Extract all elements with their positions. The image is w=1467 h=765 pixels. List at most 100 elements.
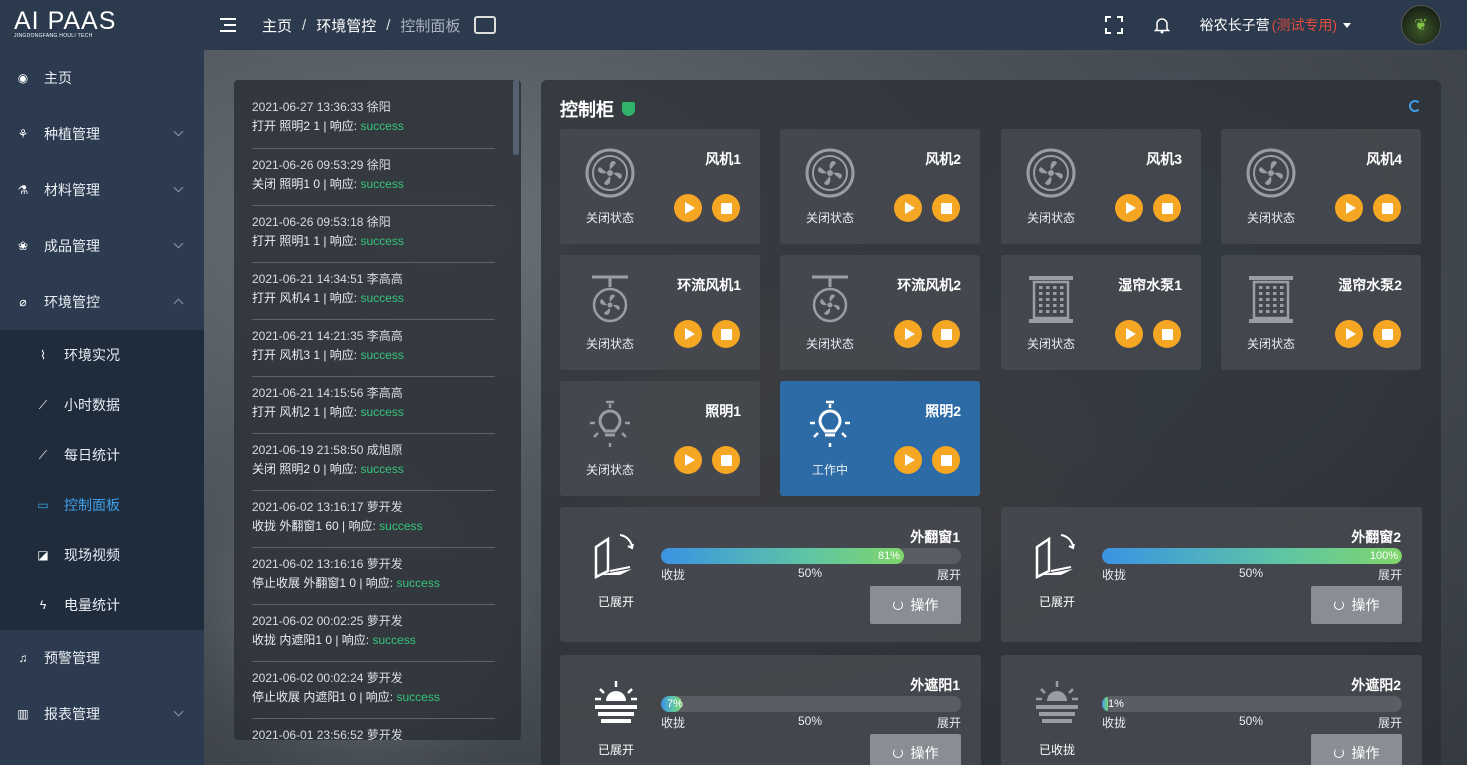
start-button[interactable] — [1335, 194, 1363, 222]
refresh-icon[interactable] — [1409, 100, 1421, 112]
stop-button[interactable] — [1153, 320, 1181, 348]
stop-button[interactable] — [1373, 320, 1401, 348]
log-time: 2021-06-02 00:02:25 萝开发 — [252, 614, 403, 628]
stop-icon — [1381, 202, 1393, 214]
breadcrumb-home[interactable]: 主页 — [262, 15, 292, 36]
stop-button[interactable] — [1153, 194, 1181, 222]
actuator-name: 外遮阳1 — [910, 677, 960, 693]
stop-button[interactable] — [932, 446, 960, 474]
sidebar-subitem-video[interactable]: ◪ 现场视频 — [0, 530, 204, 580]
log-time: 2021-06-19 21:58:50 成旭原 — [252, 443, 403, 457]
actuator-name: 外遮阳2 — [1351, 677, 1401, 693]
stop-button[interactable] — [932, 320, 960, 348]
stop-button[interactable] — [712, 446, 740, 474]
start-button[interactable] — [674, 194, 702, 222]
progress-label: 81% — [877, 550, 900, 562]
start-button[interactable] — [894, 320, 922, 348]
chevron-down-icon — [173, 238, 184, 249]
scale-max: 展开 — [936, 716, 961, 730]
panel-toggle-icon[interactable] — [474, 16, 497, 34]
start-button[interactable] — [894, 446, 922, 474]
sidebar-item-materials[interactable]: ⚗ 材料管理 — [0, 162, 204, 218]
breadcrumb-section[interactable]: 环境管控 — [316, 15, 376, 36]
sidebar-item-label: 电量统计 — [64, 597, 120, 613]
actuator-card: 外遮阳2 已收拢 1% 收拢 50% 展开 操作 — [1001, 655, 1422, 765]
log-action: 收拢 内遮阳1 0 | 响应: — [252, 633, 373, 647]
stop-button[interactable] — [712, 320, 740, 348]
device-card: 湿帘水泵2 关闭状态 — [1221, 255, 1421, 370]
log-action: 收拢 外翻窗1 60 | 响应: — [252, 519, 380, 533]
device-name: 湿帘水泵1 — [1118, 277, 1182, 293]
chevron-down-icon — [173, 706, 184, 717]
sidebar-item-label: 种植管理 — [44, 126, 100, 142]
actuator-card: 外翻窗1 已展开 81% 收拢 50% 展开 操作 — [560, 507, 981, 642]
progress-label: 100% — [1369, 550, 1398, 562]
log-message: 收拢 外翻窗1 60 | 响应: success — [252, 516, 495, 536]
operate-button[interactable]: 操作 — [870, 734, 961, 765]
sidebar-item-label: 主页 — [44, 70, 72, 86]
scale-min: 收拢 — [1102, 716, 1127, 730]
monitor-icon: ▭ — [37, 498, 49, 512]
start-button[interactable] — [1115, 194, 1143, 222]
sidebar-item-alerts[interactable]: ♫ 预警管理 — [0, 630, 204, 686]
log-item: 2021-06-02 00:02:24 萝开发 停止收展 内遮阳1 0 | 响应… — [252, 662, 495, 719]
scrollbar[interactable] — [513, 80, 519, 155]
log-item: 2021-06-21 14:15:56 李高高 打开 风机2 1 | 响应: s… — [252, 377, 495, 434]
window-open-icon — [1033, 531, 1081, 580]
area-chart-icon: ⟋ — [38, 447, 48, 462]
thermometer-icon: ⌀ — [19, 295, 27, 309]
actuator-state: 已展开 — [597, 743, 634, 757]
start-button[interactable] — [1115, 320, 1143, 348]
operation-log-panel[interactable]: 2021-06-27 13:36:33 徐阳 打开 照明2 1 | 响应: su… — [234, 80, 521, 740]
bell-icon: ♫ — [18, 651, 28, 665]
stop-button[interactable] — [1373, 194, 1401, 222]
log-time: 2021-06-26 09:53:18 徐阳 — [252, 215, 391, 229]
scale-max: 展开 — [936, 568, 961, 582]
stop-icon — [720, 454, 732, 466]
stop-icon — [940, 202, 952, 214]
sidebar-subitem-live[interactable]: ⌇ 环境实况 — [0, 330, 204, 380]
start-button[interactable] — [674, 446, 702, 474]
menu-toggle-icon[interactable] — [220, 17, 238, 33]
user-menu[interactable]: 裕农长子营 (测试专用) — [1200, 15, 1351, 35]
water-pump-icon — [1025, 273, 1077, 325]
sidebar-item-environment[interactable]: ⌀ 环境管控 — [0, 274, 204, 330]
sidebar-item-reports[interactable]: ▥ 报表管理 — [0, 686, 204, 742]
fan-icon — [1025, 147, 1077, 199]
sidebar-item-products[interactable]: ❀ 成品管理 — [0, 218, 204, 274]
start-button[interactable] — [1335, 320, 1363, 348]
stop-button[interactable] — [712, 194, 740, 222]
device-state: 关闭状态 — [806, 337, 855, 351]
start-button[interactable] — [894, 194, 922, 222]
fullscreen-icon[interactable] — [1104, 15, 1124, 35]
device-card: 风机3 关闭状态 — [1001, 129, 1201, 244]
progress-bar: 1% — [1102, 696, 1402, 712]
progress-label: 7% — [667, 698, 683, 710]
sidebar-item-home[interactable]: ◉ 主页 — [0, 50, 204, 106]
stop-button[interactable] — [932, 194, 960, 222]
sidebar-item-label: 报表管理 — [44, 706, 100, 722]
progress-label: 1% — [1108, 698, 1124, 710]
device-card: 照明2 工作中 — [780, 381, 980, 496]
operate-button[interactable]: 操作 — [1311, 734, 1402, 765]
operate-button[interactable]: 操作 — [870, 586, 961, 624]
bell-icon[interactable] — [1152, 15, 1172, 35]
operate-button[interactable]: 操作 — [1311, 586, 1402, 624]
play-icon — [684, 328, 695, 340]
sidebar-item-label: 现场视频 — [64, 547, 120, 563]
sidebar-item-planting[interactable]: ⚘ 种植管理 — [0, 106, 204, 162]
sidebar-subitem-daily[interactable]: ⟋ 每日统计 — [0, 430, 204, 480]
log-message: 打开 风机3 1 | 响应: success — [252, 345, 495, 365]
progress-fill: 100% — [1102, 548, 1402, 564]
sidebar-subitem-control-panel[interactable]: ▭ 控制面板 — [0, 480, 204, 530]
sidebar: ◉ 主页 ⚘ 种植管理 ⚗ 材料管理 ❀ 成品管理 ⌀ 环境管控 ⌇ 环境实况 … — [0, 50, 204, 765]
light-bulb-icon — [584, 399, 636, 451]
sidebar-subitem-hourly[interactable]: ⟋ 小时数据 — [0, 380, 204, 430]
device-card: 风机2 关闭状态 — [780, 129, 980, 244]
power-icon — [892, 600, 903, 610]
start-button[interactable] — [674, 320, 702, 348]
avatar[interactable]: ❦ — [1401, 5, 1441, 45]
sidebar-subitem-power[interactable]: ϟ 电量统计 — [0, 580, 204, 630]
flask-icon: ⚗ — [17, 183, 29, 197]
log-time: 2021-06-21 14:21:35 李高高 — [252, 329, 403, 343]
